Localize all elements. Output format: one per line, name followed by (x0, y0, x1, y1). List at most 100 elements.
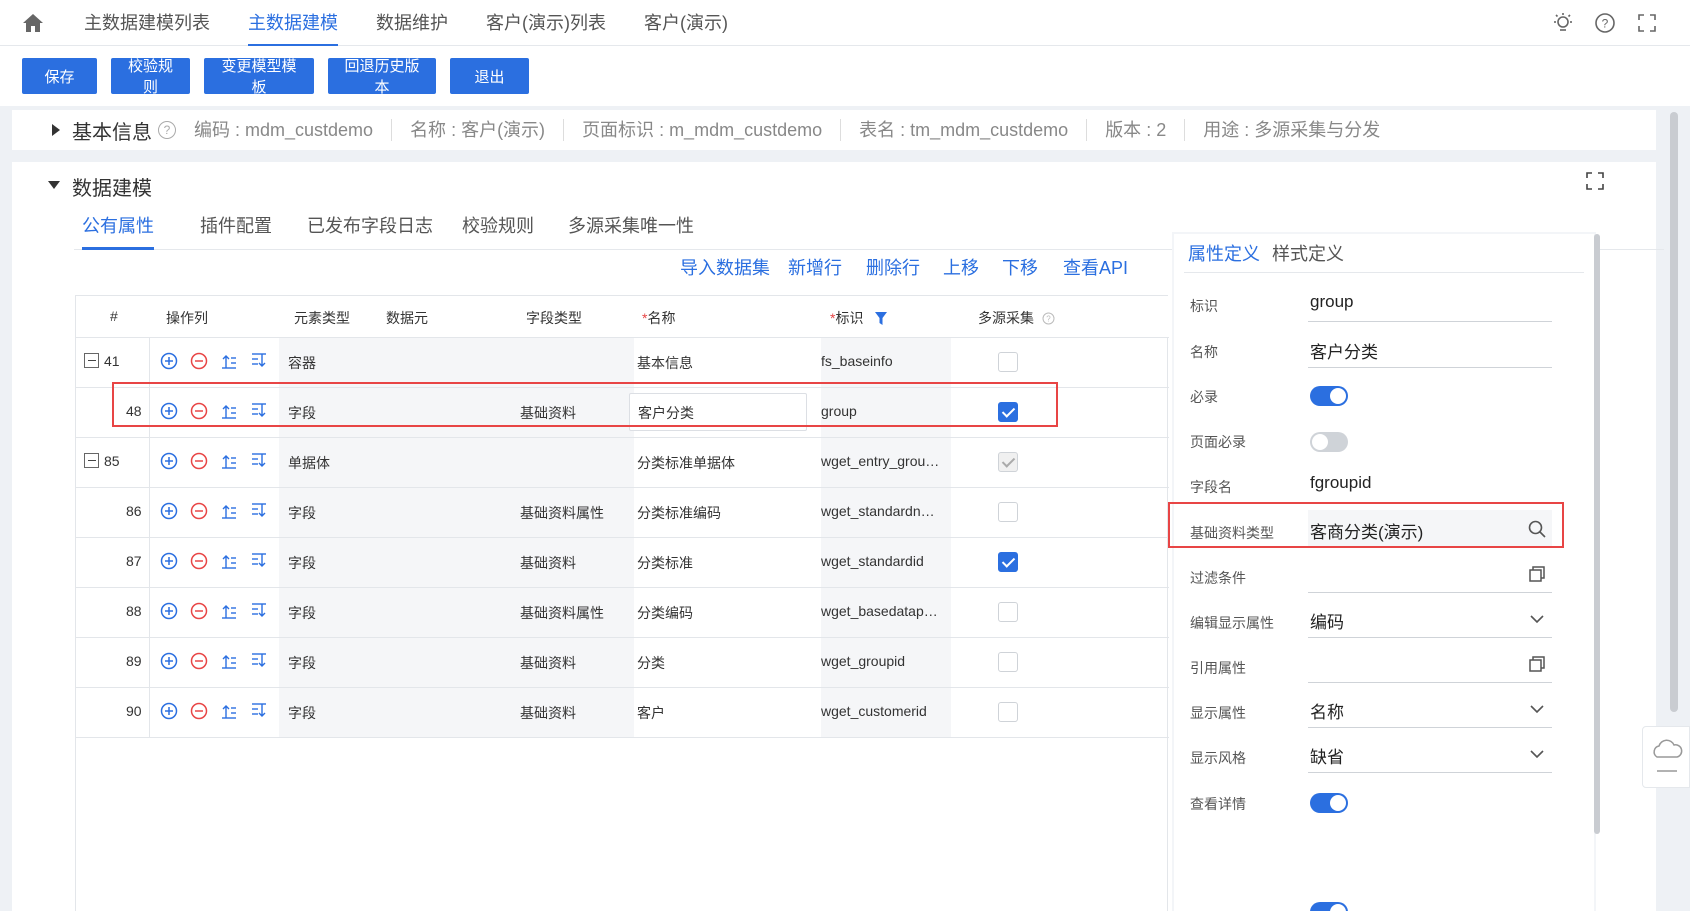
multi-source-checkbox[interactable] (998, 602, 1018, 622)
expand-icon[interactable] (1586, 172, 1608, 194)
add-row-icon[interactable] (160, 352, 178, 370)
prop-display-style-select[interactable]: 缺省 (1308, 735, 1552, 773)
move-up-icon[interactable] (220, 702, 238, 720)
move-down-icon[interactable] (250, 452, 268, 470)
required-toggle[interactable] (1310, 386, 1348, 406)
table-row[interactable]: 87 字段 基础资料 分类标准 wget_standardid (76, 538, 1169, 588)
nav-tab-customer[interactable]: 客户(演示) (644, 0, 728, 46)
move-down-link[interactable]: 下移 (1002, 254, 1038, 280)
name-cell[interactable]: 客户 (637, 703, 665, 723)
add-row-icon[interactable] (160, 652, 178, 670)
partial-toggle[interactable] (1310, 902, 1348, 911)
multi-source-checkbox[interactable] (998, 452, 1018, 472)
multi-source-checkbox[interactable] (998, 552, 1018, 572)
remove-row-icon[interactable] (190, 352, 208, 370)
page-required-toggle[interactable] (1310, 432, 1348, 452)
move-up-icon[interactable] (220, 652, 238, 670)
tab-plugin-config[interactable]: 插件配置 (200, 210, 272, 250)
move-down-icon[interactable] (250, 652, 268, 670)
help-icon[interactable]: ? (1592, 10, 1618, 36)
help-small-icon[interactable]: ? (1042, 312, 1055, 325)
move-down-icon[interactable] (250, 702, 268, 720)
table-row[interactable]: 89 字段 基础资料 分类 wget_groupid (76, 638, 1169, 688)
collapse-icon[interactable] (84, 353, 99, 368)
exit-button[interactable]: 退出 (450, 58, 529, 94)
move-up-link[interactable]: 上移 (943, 254, 979, 280)
nav-tab-model-list[interactable]: 主数据建模列表 (84, 0, 210, 46)
name-cell[interactable]: 基本信息 (637, 353, 693, 373)
collapse-caret-icon[interactable] (48, 181, 60, 189)
name-cell[interactable]: 分类标准 (637, 553, 693, 573)
move-down-icon[interactable] (250, 552, 268, 570)
prop-key-field[interactable]: group (1308, 284, 1552, 322)
multi-source-checkbox[interactable] (998, 352, 1018, 372)
key-cell[interactable]: wget_entry_grou… (821, 453, 939, 469)
prop-ref-attr-field[interactable] (1308, 645, 1552, 683)
move-up-icon[interactable] (220, 552, 238, 570)
move-up-icon[interactable] (220, 452, 238, 470)
remove-row-icon[interactable] (190, 702, 208, 720)
tab-multisource-unique[interactable]: 多源采集唯一性 (568, 210, 694, 250)
view-detail-toggle[interactable] (1310, 793, 1348, 813)
add-row-icon[interactable] (160, 452, 178, 470)
table-row[interactable]: 85 单据体 分类标准单据体 wget_entry_grou… (76, 438, 1169, 488)
prop-display-attr-select[interactable]: 名称 (1308, 690, 1552, 728)
property-scrollbar[interactable] (1594, 234, 1600, 834)
name-cell[interactable]: 分类编码 (637, 603, 693, 623)
prop-name-field[interactable]: 客户分类 (1308, 330, 1552, 368)
move-down-icon[interactable] (250, 352, 268, 370)
prop-field-name-field[interactable]: fgroupid (1308, 465, 1552, 503)
save-button[interactable]: 保存 (22, 58, 97, 94)
move-up-icon[interactable] (220, 502, 238, 520)
add-row-icon[interactable] (160, 552, 178, 570)
fullscreen-icon[interactable] (1634, 10, 1660, 36)
remove-row-icon[interactable] (190, 602, 208, 620)
nav-tab-data-maintenance[interactable]: 数据维护 (376, 0, 448, 46)
validate-rules-button[interactable]: 校验规则 (111, 58, 190, 96)
import-dataset-link[interactable]: 导入数据集 (680, 254, 770, 280)
key-cell[interactable]: wget_basedatap… (821, 603, 938, 619)
page-scrollbar[interactable] (1670, 112, 1678, 712)
add-row-icon[interactable] (160, 502, 178, 520)
remove-row-icon[interactable] (190, 502, 208, 520)
table-row[interactable]: 41 容器 基本信息 fs_baseinfo (76, 338, 1169, 388)
key-cell[interactable]: wget_standardn… (821, 503, 935, 519)
add-row-icon[interactable] (160, 602, 178, 620)
tab-public-attrs[interactable]: 公有属性 (82, 210, 154, 250)
move-up-icon[interactable] (220, 352, 238, 370)
change-template-button[interactable]: 变更模型模板 (204, 58, 314, 96)
add-row-link[interactable]: 新增行 (788, 254, 842, 280)
collapse-icon[interactable] (84, 453, 99, 468)
key-cell[interactable]: wget_customerid (821, 703, 927, 719)
prop-filter-field[interactable] (1308, 555, 1552, 593)
view-api-link[interactable]: 查看API (1063, 254, 1128, 280)
tab-published-field-log[interactable]: 已发布字段日志 (307, 210, 433, 250)
nav-tab-customer-list[interactable]: 客户(演示)列表 (486, 0, 606, 46)
name-cell[interactable]: 分类标准编码 (637, 503, 721, 523)
key-cell[interactable]: wget_groupid (821, 653, 905, 669)
rollback-version-button[interactable]: 回退历史版本 (328, 58, 436, 96)
multi-source-checkbox[interactable] (998, 502, 1018, 522)
key-cell[interactable]: wget_standardid (821, 553, 924, 569)
multi-source-checkbox[interactable] (998, 652, 1018, 672)
copy-icon[interactable] (1528, 565, 1546, 583)
chevron-down-icon[interactable] (1528, 610, 1546, 628)
add-row-icon[interactable] (160, 702, 178, 720)
prop-edit-display-select[interactable]: 编码 (1308, 600, 1552, 638)
move-up-icon[interactable] (220, 602, 238, 620)
lightbulb-icon[interactable] (1550, 10, 1576, 36)
tab-attr-def[interactable]: 属性定义 (1188, 240, 1260, 266)
table-row[interactable]: 88 字段 基础资料属性 分类编码 wget_basedatap… (76, 588, 1169, 638)
remove-row-icon[interactable] (190, 452, 208, 470)
filter-icon[interactable] (875, 312, 888, 325)
delete-row-link[interactable]: 删除行 (866, 254, 920, 280)
remove-row-icon[interactable] (190, 652, 208, 670)
multi-source-checkbox[interactable] (998, 702, 1018, 722)
move-down-icon[interactable] (250, 502, 268, 520)
tab-validation-rules[interactable]: 校验规则 (462, 210, 534, 250)
chevron-down-icon[interactable] (1528, 700, 1546, 718)
question-icon[interactable]: ? (158, 121, 176, 139)
cloud-float-button[interactable] (1642, 726, 1690, 788)
name-cell[interactable]: 分类 (637, 653, 665, 673)
table-row[interactable]: 90 字段 基础资料 客户 wget_customerid (76, 688, 1169, 738)
